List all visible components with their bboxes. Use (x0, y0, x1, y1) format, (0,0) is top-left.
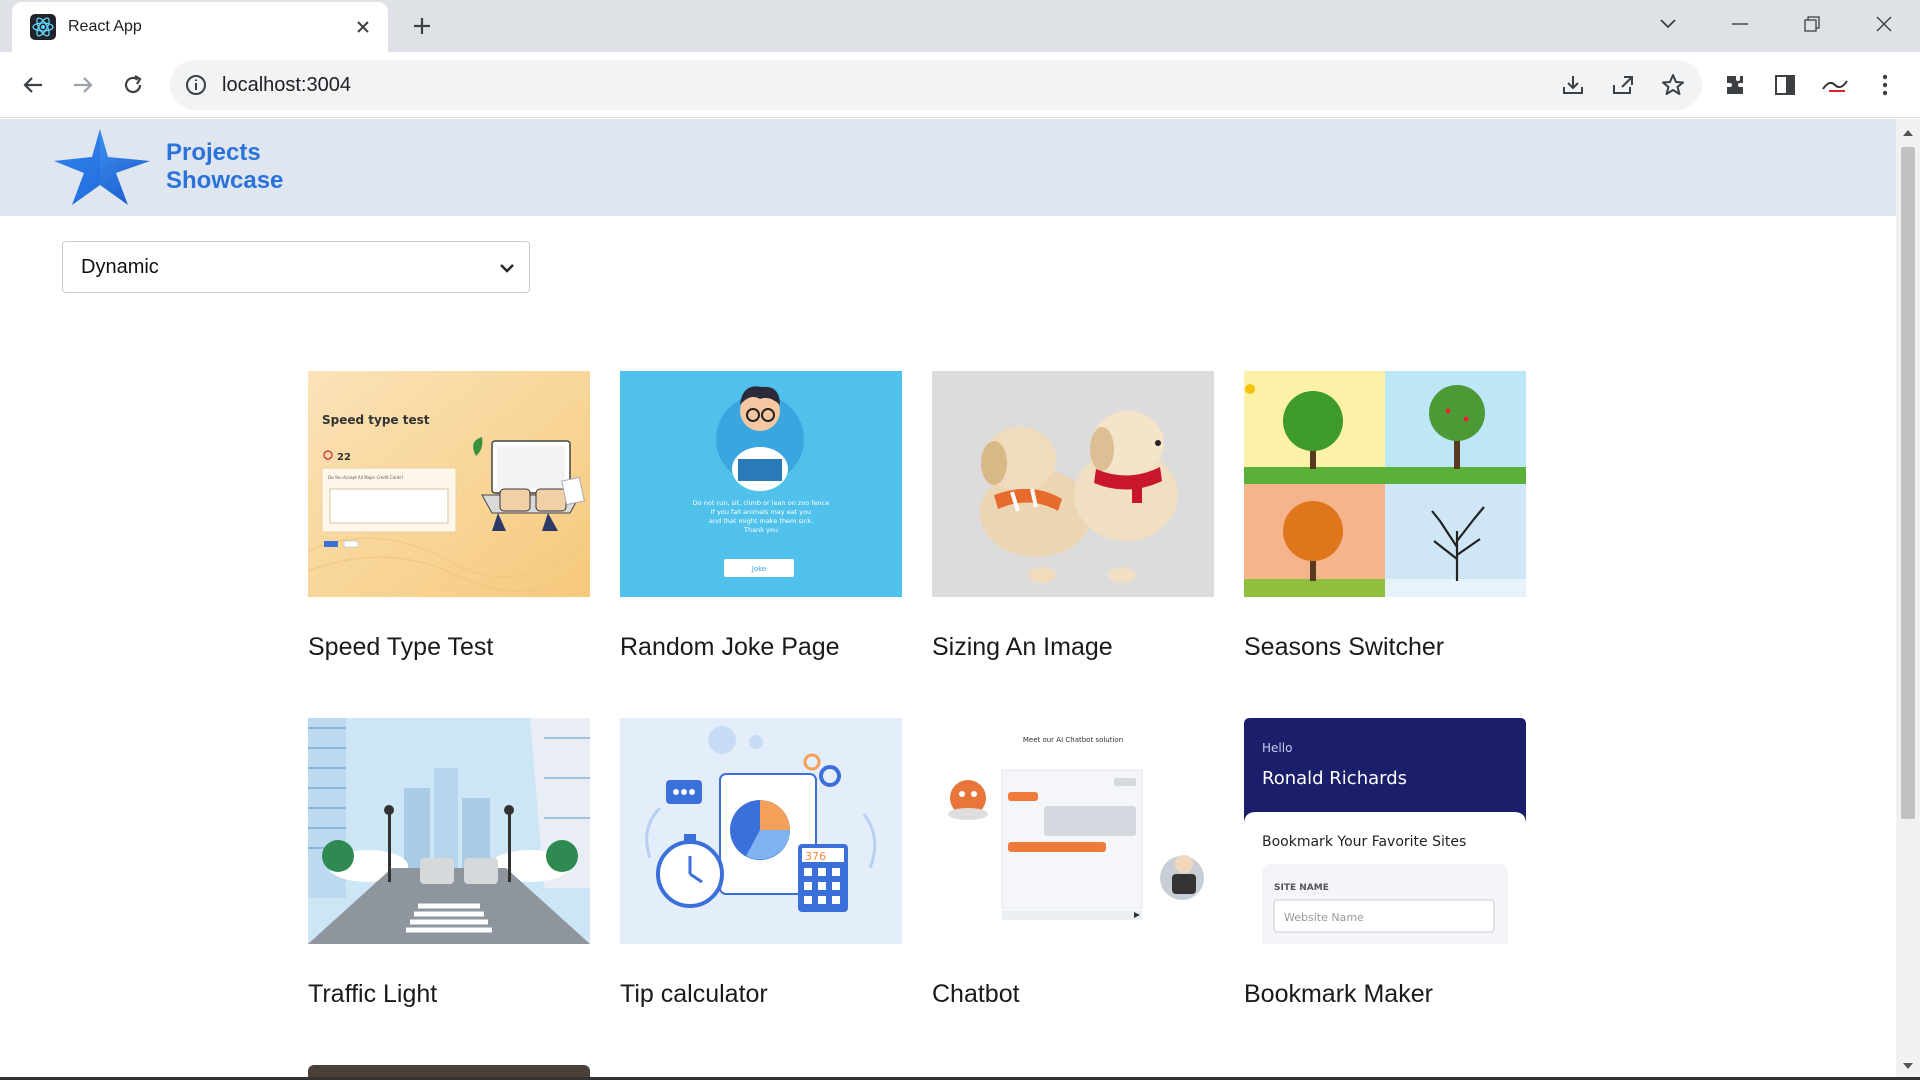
scroll-up-icon[interactable] (1902, 127, 1914, 139)
project-title[interactable]: Bookmark Maker (1244, 980, 1433, 1009)
app-header: Projects Showcase (0, 119, 1896, 216)
thumb-heading: Meet our AI Chatbot solution (1023, 736, 1123, 744)
project-thumbnail[interactable] (308, 718, 590, 944)
project-title[interactable]: Seasons Switcher (1244, 633, 1444, 662)
profile-avatar-icon[interactable] (1816, 66, 1854, 104)
bookmark-star-icon[interactable] (1658, 70, 1688, 100)
address-bar[interactable]: localhost:3004 (170, 60, 1702, 110)
project-thumbnail[interactable]: Speed type test 22 Do You Accept All Maj… (308, 371, 590, 597)
project-thumbnail[interactable] (932, 371, 1214, 597)
project-thumbnail[interactable]: 376 (620, 718, 902, 944)
thumb-joke-button: Joke (751, 565, 766, 573)
brand-name[interactable]: Projects Showcase (166, 139, 283, 195)
project-title[interactable]: Sizing An Image (932, 633, 1113, 662)
plus-icon[interactable] (408, 12, 436, 40)
thumb-text-2: If you fall animals may eat you (711, 508, 811, 516)
install-icon[interactable] (1558, 70, 1588, 100)
project-thumbnail[interactable]: Meet our AI Chatbot solution (932, 718, 1214, 944)
scroll-thumb[interactable] (1901, 147, 1915, 819)
brand-line-1: Projects (166, 139, 261, 166)
window-close-icon[interactable] (1864, 8, 1904, 40)
close-icon[interactable] (350, 14, 376, 40)
extensions-icon[interactable] (1716, 66, 1754, 104)
menu-dots-icon[interactable] (1866, 66, 1904, 104)
info-icon[interactable] (184, 73, 208, 97)
thumb-placeholder: Website Name (1284, 911, 1364, 924)
page-scrollbar[interactable] (1896, 119, 1920, 1080)
project-thumbnail[interactable] (1244, 371, 1526, 597)
scroll-down-icon[interactable] (1902, 1060, 1914, 1072)
thumb-text-3: and that might make them sick. (709, 517, 813, 525)
project-title[interactable]: Random Joke Page (620, 633, 840, 662)
thumb-question: Do You Accept All Major Credit Cards? (328, 475, 403, 480)
thumb-hello: Hello (1262, 741, 1292, 755)
share-icon[interactable] (1608, 70, 1638, 100)
thumb-label: SITE NAME (1274, 883, 1329, 893)
project-thumbnail[interactable]: Hello Ronald Richards Bookmark Your Favo… (1244, 718, 1526, 944)
thumb-text-1: Do not run, sit, climb or lean on zoo fe… (693, 499, 830, 507)
thumb-name: Ronald Richards (1262, 768, 1407, 789)
chevron-down-icon (495, 256, 519, 280)
thumb-text-4: Thank you (743, 526, 778, 534)
project-title[interactable]: Speed Type Test (308, 633, 493, 662)
thumb-heading: Speed type test (322, 413, 430, 427)
react-icon (30, 14, 56, 40)
page-viewport: Projects Showcase Dynamic Speed type tes… (0, 119, 1896, 1080)
side-panel-icon[interactable] (1766, 66, 1804, 104)
reload-icon[interactable] (114, 66, 152, 104)
thumb-heading: Bookmark Your Favorite Sites (1262, 834, 1466, 850)
category-select-value: Dynamic (81, 256, 159, 278)
brand-line-2: Showcase (166, 167, 284, 194)
back-arrow-icon[interactable] (14, 66, 52, 104)
project-title[interactable]: Traffic Light (308, 980, 437, 1009)
project-title[interactable]: Tip calculator (620, 980, 768, 1009)
minimize-icon[interactable] (1720, 8, 1760, 40)
project-title[interactable]: Chatbot (932, 980, 1020, 1009)
thumb-number: 376 (805, 850, 826, 863)
tab-title: React App (68, 18, 142, 35)
forward-arrow-icon[interactable] (64, 66, 102, 104)
browser-tabstrip: React App (0, 0, 1920, 52)
browser-toolbar: localhost:3004 (0, 52, 1920, 118)
browser-tab[interactable]: React App (12, 2, 388, 52)
chevron-down-icon[interactable] (1648, 8, 1688, 40)
star-logo-icon[interactable] (52, 127, 152, 207)
restore-icon[interactable] (1792, 8, 1832, 40)
url-text[interactable]: localhost:3004 (222, 74, 351, 97)
project-thumbnail[interactable]: Do not run, sit, climb or lean on zoo fe… (620, 371, 902, 597)
thumb-count: 22 (337, 452, 351, 463)
category-select[interactable]: Dynamic (62, 241, 530, 293)
